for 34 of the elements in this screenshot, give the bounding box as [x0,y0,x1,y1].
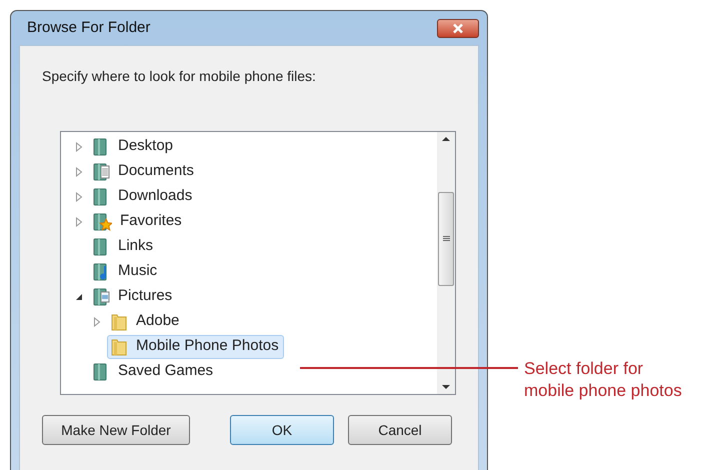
dialog-button[interactable]: Make New Folder [42,415,190,445]
collapsed-triangle-icon[interactable] [75,192,83,202]
folder-icon [110,312,128,332]
prompt-text: Specify where to look for mobile phone files: [42,67,317,86]
scroll-down-icon[interactable] [441,384,451,390]
scroll-up-icon[interactable] [441,136,451,142]
close-icon [451,22,465,34]
star-library-icon [92,212,112,232]
dialog-button[interactable]: OK [230,415,334,445]
tree-item[interactable]: Downloads [89,184,198,208]
vertical-scrollbar[interactable] [437,132,455,394]
window-title: Browse For Folder [27,18,150,38]
tree-item[interactable]: Links [89,234,158,258]
document-library-icon [92,162,110,182]
tree-item[interactable]: Desktop [89,134,178,158]
close-button[interactable] [437,18,479,38]
dialog-button[interactable]: Cancel [348,415,452,445]
callout-text: Select folder for mobile phone photos [524,358,683,402]
collapsed-triangle-icon[interactable] [75,216,83,226]
expanded-triangle-icon[interactable] [75,292,83,300]
grip-icon [442,236,450,242]
tree-item[interactable]: Documents [89,160,199,184]
scrollbar-thumb[interactable] [438,192,454,286]
collapsed-triangle-icon[interactable] [93,316,101,326]
picture-library-icon [92,286,110,306]
tree-item[interactable]: Pictures [89,284,178,308]
collapsed-triangle-icon[interactable] [75,142,83,152]
tree-item[interactable]: Music [89,260,162,284]
tree-item[interactable]: Saved Games [89,360,218,384]
collapsed-triangle-icon[interactable] [75,166,83,176]
folder-icon [110,336,128,356]
tree-item[interactable]: Mobile Phone Photos [107,334,284,358]
tree-item[interactable]: Adobe [107,310,184,334]
tree-item[interactable]: Favorites [89,210,187,234]
